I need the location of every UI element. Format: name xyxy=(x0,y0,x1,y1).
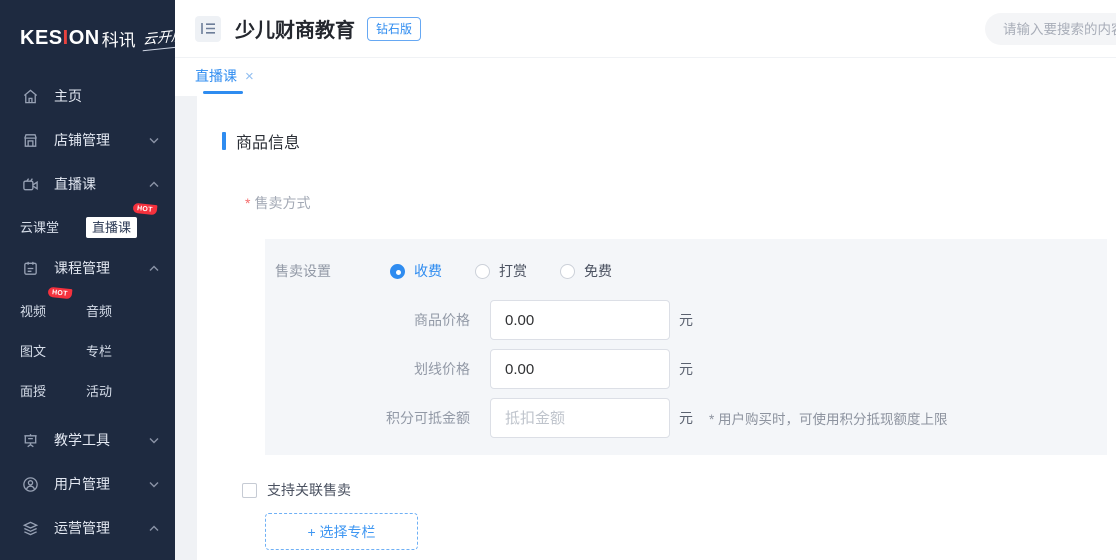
brand-text: KESION xyxy=(20,26,100,49)
search-input[interactable] xyxy=(985,13,1116,45)
radio-selected-icon xyxy=(390,263,405,279)
sidebar-subitem-cloud-classroom[interactable]: 云课堂 xyxy=(20,217,86,236)
radio-unselected-icon xyxy=(475,263,490,279)
related-sale-row[interactable]: 支持关联售卖 xyxy=(242,480,1116,500)
sale-settings-panel: 售卖设置 收费 打赏 免费 商品价格 0.00 元 划线价格 0.00 元 积分… xyxy=(265,239,1107,455)
section-accent-bar xyxy=(222,132,226,150)
sidebar-subitem-activity[interactable]: 活动 xyxy=(86,381,112,400)
sidebar-subitem-offline[interactable]: 面授 xyxy=(20,381,86,400)
shop-icon xyxy=(22,132,39,149)
operations-submenu: 朋友圈动态 社群管理 xyxy=(0,550,175,560)
user-icon xyxy=(22,476,39,493)
radio-reward[interactable]: 打赏 xyxy=(475,261,527,281)
price-row: 商品价格 元 xyxy=(275,300,1107,340)
hot-badge: HOT xyxy=(132,202,158,215)
course-submenu-row: 面授 活动 xyxy=(0,370,175,410)
sale-setting-row: 售卖设置 收费 打赏 免费 xyxy=(275,251,1107,291)
tools-icon xyxy=(22,432,39,449)
main-area: 少儿财商教育 钻石版 直播课 × 商品信息 *售卖方式 售卖设置 xyxy=(175,0,1116,560)
brand-script-text: 云开店 xyxy=(142,24,175,52)
content-area: 商品信息 * 售卖方式 售卖设置 收费 打赏 免费 商品价格 0.00 元 划线… xyxy=(175,96,1116,560)
radio-unselected-icon xyxy=(560,263,575,279)
sidebar-item-label: 直播课 xyxy=(54,176,96,192)
section-title: 商品信息 xyxy=(236,135,301,152)
sidebar-item-label: 教学工具 xyxy=(54,432,110,448)
radio-label: 收费 xyxy=(414,263,442,279)
close-tab-icon[interactable]: × xyxy=(245,69,254,84)
sidebar-subitem-live-course-active[interactable]: 直播课 HOT xyxy=(86,202,158,238)
sidebar-item-home[interactable]: 主页 xyxy=(0,74,175,118)
sidebar-subitem-column[interactable]: 专栏 xyxy=(86,341,112,360)
radio-label: 免费 xyxy=(584,263,612,279)
points-hint: * 用户购买时，可使用积分抵现额度上限 xyxy=(709,412,948,427)
logo: KESION 科讯 云开店 xyxy=(0,0,175,60)
sale-type-radio-group: 收费 打赏 免费 xyxy=(390,261,612,281)
related-sale-label: 支持关联售卖 xyxy=(267,482,351,498)
hot-badge: HOT xyxy=(47,286,73,299)
sale-method-label-row: * 售卖方式 xyxy=(245,193,1116,213)
operations-icon xyxy=(22,520,39,537)
radio-label: 打赏 xyxy=(499,263,527,279)
select-column-button[interactable]: + 选择专栏 xyxy=(265,513,418,550)
sidebar-item-label: 用户管理 xyxy=(54,476,110,492)
tabbar: 直播课 × xyxy=(175,58,1116,96)
live-course-icon xyxy=(22,176,39,193)
chevron-down-icon xyxy=(149,437,159,444)
sidebar-item-teaching-tools[interactable]: 教学工具 xyxy=(0,418,175,462)
radio-free[interactable]: 免费 xyxy=(560,261,612,281)
version-badge: 钻石版 xyxy=(367,16,422,41)
sale-setting-label: 售卖设置 xyxy=(275,263,331,279)
product-info-card: 商品信息 * 售卖方式 售卖设置 收费 打赏 免费 商品价格 0.00 元 划线… xyxy=(197,96,1116,560)
price-input[interactable] xyxy=(490,300,670,340)
chevron-down-icon xyxy=(149,137,159,144)
checkbox-unchecked-icon[interactable] xyxy=(242,482,257,498)
tab-active-underline xyxy=(203,91,243,94)
points-input[interactable] xyxy=(490,398,670,438)
chevron-down-icon xyxy=(149,481,159,488)
strike-price-label: 划线价格 xyxy=(414,361,470,377)
unit-yuan: 元 xyxy=(679,410,693,426)
sale-method-label: 售卖方式 xyxy=(254,195,311,211)
required-mark: * xyxy=(245,195,251,211)
menu-fold-icon[interactable] xyxy=(195,15,221,42)
strike-price-row: 划线价格 元 xyxy=(275,349,1107,389)
chevron-up-icon xyxy=(149,525,159,532)
sidebar-item-shop[interactable]: 店铺管理 xyxy=(0,118,175,162)
sidebar-item-label: 课程管理 xyxy=(54,260,110,276)
chevron-up-icon xyxy=(149,181,159,188)
unit-yuan: 元 xyxy=(679,312,693,328)
chevron-up-icon xyxy=(149,265,159,272)
course-submenu-row: 视频 HOT 音频 xyxy=(0,286,175,330)
sidebar-item-live-course[interactable]: 直播课 xyxy=(0,162,175,206)
section-header: 商品信息 xyxy=(222,129,1116,153)
price-label: 商品价格 xyxy=(414,312,470,328)
strike-price-input[interactable] xyxy=(490,349,670,389)
tab-live-course[interactable]: 直播课 × xyxy=(195,66,254,96)
sidebar-item-label: 店铺管理 xyxy=(54,132,110,148)
sidebar-subitem-video[interactable]: 视频 HOT xyxy=(20,286,86,320)
sidebar-item-label: 主页 xyxy=(54,88,82,104)
page-title: 少儿财商教育 xyxy=(235,20,355,42)
sidebar-item-label: 运营管理 xyxy=(54,520,110,536)
home-icon xyxy=(22,88,39,105)
sidebar-item-user-management[interactable]: 用户管理 xyxy=(0,462,175,506)
radio-paid[interactable]: 收费 xyxy=(390,261,442,281)
sidebar-subitem-audio[interactable]: 音频 xyxy=(86,301,112,320)
topbar: 少儿财商教育 钻石版 xyxy=(175,0,1116,58)
sidebar-nav: 主页 店铺管理 直播课 云课堂 直播课 HOT 课程管理 视频 HOT 音频 图… xyxy=(0,74,175,560)
sidebar-subitem-article[interactable]: 图文 xyxy=(20,341,86,360)
points-row: 积分可抵金额 元 * 用户购买时，可使用积分抵现额度上限 xyxy=(275,398,1107,438)
sidebar: KESION 科讯 云开店 主页 店铺管理 直播课 云课堂 直播课 HOT 课程… xyxy=(0,0,175,560)
tab-label: 直播课 xyxy=(195,68,237,84)
live-course-submenu: 云课堂 直播课 HOT xyxy=(0,202,175,246)
unit-yuan: 元 xyxy=(679,361,693,377)
sidebar-item-operations[interactable]: 运营管理 xyxy=(0,506,175,550)
sidebar-item-course-management[interactable]: 课程管理 xyxy=(0,246,175,290)
course-submenu-row: 图文 专栏 xyxy=(0,330,175,370)
brand-cn-text: 科讯 xyxy=(101,30,136,50)
course-icon xyxy=(22,260,39,277)
points-label: 积分可抵金额 xyxy=(386,410,470,426)
